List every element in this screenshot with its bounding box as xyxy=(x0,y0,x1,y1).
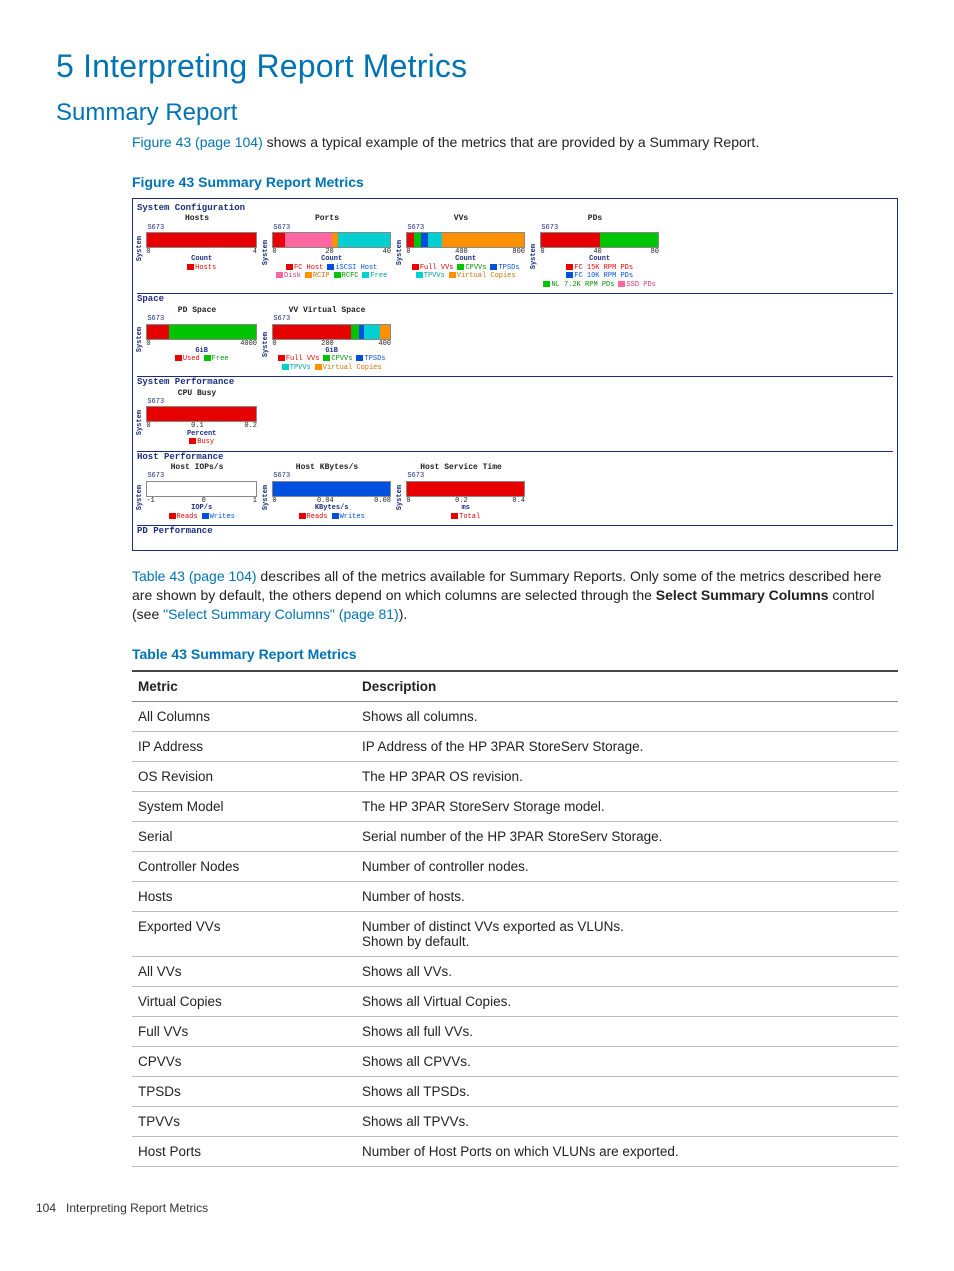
description-cell: IP Address of the HP 3PAR StoreServ Stor… xyxy=(356,732,898,762)
metric-cell: CPVVs xyxy=(132,1047,356,1077)
footer-page-number: 104 xyxy=(36,1201,56,1215)
table-ref-link[interactable]: Table 43 (page 104) xyxy=(132,568,257,584)
description-cell: Number of controller nodes. xyxy=(356,852,898,882)
intro-text: shows a typical example of the metrics t… xyxy=(263,134,759,150)
mid-paragraph: Table 43 (page 104) describes all of the… xyxy=(132,567,898,624)
description-cell: The HP 3PAR OS revision. xyxy=(356,762,898,792)
bold-control-name: Select Summary Columns xyxy=(656,587,829,603)
metric-cell: Full VVs xyxy=(132,1017,356,1047)
description-cell: Number of distinct VVs exported as VLUNs… xyxy=(356,912,898,957)
columns-ref-link[interactable]: "Select Summary Columns" (page 81) xyxy=(163,606,399,622)
table-row: Exported VVsNumber of distinct VVs expor… xyxy=(132,912,898,957)
metric-cell: TPVVs xyxy=(132,1107,356,1137)
table-row: IP AddressIP Address of the HP 3PAR Stor… xyxy=(132,732,898,762)
description-cell: Shows all CPVVs. xyxy=(356,1047,898,1077)
metric-cell: Virtual Copies xyxy=(132,987,356,1017)
description-cell: Shows all Virtual Copies. xyxy=(356,987,898,1017)
table-row: TPSDsShows all TPSDs. xyxy=(132,1077,898,1107)
table-row: Controller NodesNumber of controller nod… xyxy=(132,852,898,882)
metric-cell: TPSDs xyxy=(132,1077,356,1107)
table-row: All ColumnsShows all columns. xyxy=(132,702,898,732)
table-row: Full VVsShows all full VVs. xyxy=(132,1017,898,1047)
table-row: CPVVsShows all CPVVs. xyxy=(132,1047,898,1077)
table-row: Host PortsNumber of Host Ports on which … xyxy=(132,1137,898,1167)
description-cell: Shows all TPSDs. xyxy=(356,1077,898,1107)
metric-cell: IP Address xyxy=(132,732,356,762)
metric-cell: OS Revision xyxy=(132,762,356,792)
metric-cell: System Model xyxy=(132,792,356,822)
description-cell: Number of Host Ports on which VLUNs are … xyxy=(356,1137,898,1167)
description-cell: Shows all full VVs. xyxy=(356,1017,898,1047)
figure-ref-link[interactable]: Figure 43 (page 104) xyxy=(132,134,263,150)
table-row: HostsNumber of hosts. xyxy=(132,882,898,912)
figure-summary-report: System Configuration Hosts System S673 0… xyxy=(132,198,898,552)
figure-caption: Figure 43 Summary Report Metrics xyxy=(132,174,898,190)
intro-paragraph: Figure 43 (page 104) shows a typical exa… xyxy=(132,133,898,152)
metric-cell: All VVs xyxy=(132,957,356,987)
col-description: Description xyxy=(356,671,898,702)
metrics-table: Metric Description All ColumnsShows all … xyxy=(132,670,898,1167)
table-row: TPVVsShows all TPVVs. xyxy=(132,1107,898,1137)
mid-text-3: ). xyxy=(399,606,408,622)
metric-cell: Exported VVs xyxy=(132,912,356,957)
description-cell: Shows all TPVVs. xyxy=(356,1107,898,1137)
description-cell: Shows all VVs. xyxy=(356,957,898,987)
table-row: System ModelThe HP 3PAR StoreServ Storag… xyxy=(132,792,898,822)
section-title: Summary Report xyxy=(56,99,898,127)
description-cell: Number of hosts. xyxy=(356,882,898,912)
page-footer: 104 Interpreting Report Metrics xyxy=(36,1201,898,1215)
table-row: Virtual CopiesShows all Virtual Copies. xyxy=(132,987,898,1017)
metric-cell: All Columns xyxy=(132,702,356,732)
metric-cell: Controller Nodes xyxy=(132,852,356,882)
metric-cell: Serial xyxy=(132,822,356,852)
footer-chapter: Interpreting Report Metrics xyxy=(66,1201,208,1215)
description-cell: Shows all columns. xyxy=(356,702,898,732)
col-metric: Metric xyxy=(132,671,356,702)
table-caption: Table 43 Summary Report Metrics xyxy=(132,646,898,662)
table-row: SerialSerial number of the HP 3PAR Store… xyxy=(132,822,898,852)
page-title: 5 Interpreting Report Metrics xyxy=(56,48,898,85)
metric-cell: Hosts xyxy=(132,882,356,912)
description-cell: Serial number of the HP 3PAR StoreServ S… xyxy=(356,822,898,852)
table-row: All VVsShows all VVs. xyxy=(132,957,898,987)
table-row: OS RevisionThe HP 3PAR OS revision. xyxy=(132,762,898,792)
description-cell: The HP 3PAR StoreServ Storage model. xyxy=(356,792,898,822)
metric-cell: Host Ports xyxy=(132,1137,356,1167)
